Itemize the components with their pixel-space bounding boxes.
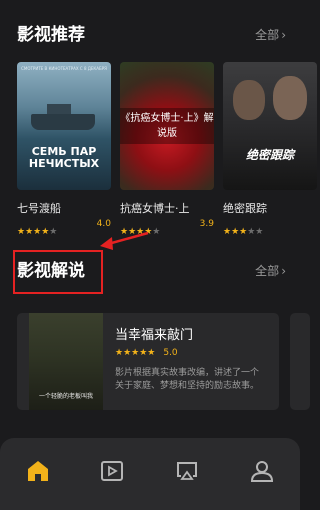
explain-more-link[interactable]: 全部 › — [255, 256, 286, 286]
poster-title: 《抗癌女博士·上》解说版 — [120, 113, 214, 139]
movie-card[interactable]: СМОТРИТЕ В КИНОТЕАТРАХ С 8 ДЕКАБРЯ СЕМЬ … — [17, 62, 111, 237]
movie-poster[interactable]: 《抗癌女博士·上》解说版 — [120, 62, 214, 190]
recommend-more-link[interactable]: 全部 › — [255, 20, 286, 50]
poster-actor-face — [233, 80, 265, 120]
recommend-title: 影视推荐 — [17, 25, 85, 45]
play-icon[interactable] — [99, 458, 125, 484]
explain-card[interactable]: 一个轻脆的老板叫我 当幸福来敲门 ★★★★★ 5.0 影片根据真实故事改编，讲述了… — [17, 313, 279, 410]
poster-actor-face — [273, 76, 307, 120]
movie-score: 3.9 — [199, 219, 214, 229]
star-rating-icon: ★★★★★ — [115, 348, 156, 358]
chevron-right-icon: › — [281, 28, 286, 42]
explain-card-description: 影片根据真实故事改编，讲述了一个关于家庭、梦想和坚持的励志故事。 — [115, 368, 260, 391]
recommend-more-label: 全部 — [255, 28, 280, 42]
thumbnail-subtitle: 一个轻脆的老板叫我 — [38, 393, 93, 400]
explain-more-label: 全部 — [255, 264, 280, 278]
recommend-header: 影视推荐 全部 › — [0, 20, 300, 50]
movie-rating: ★★★★★ 3.9 — [120, 219, 214, 237]
profile-icon[interactable] — [249, 458, 275, 484]
airplay-icon[interactable] — [174, 458, 200, 484]
movie-poster[interactable]: СМОТРИТЕ В КИНОТЕАТРАХ С 8 ДЕКАБРЯ СЕМЬ … — [17, 62, 111, 190]
movie-title: 绝密跟踪 — [223, 202, 267, 215]
explain-card-next[interactable] — [290, 313, 310, 410]
home-icon[interactable] — [25, 458, 51, 484]
movie-poster[interactable]: 绝密跟踪 — [223, 62, 317, 190]
movie-rating: ★★★★★ 4.0 — [17, 219, 111, 237]
movie-score: 4.0 — [96, 219, 111, 229]
recommend-movie-list: СМОТРИТЕ В КИНОТЕАТРАХ С 8 ДЕКАБРЯ СЕМЬ … — [0, 62, 317, 237]
explain-card-title: 当幸福来敲门 — [115, 328, 194, 343]
movie-rating: ★★★★★ — [223, 219, 317, 237]
movie-title: 七号渡船 — [17, 202, 61, 215]
annotation-highlight-box — [13, 250, 103, 294]
poster-title: СЕМЬ ПАР НЕЧИСТЫХ — [28, 145, 100, 170]
explain-card-rating: ★★★★★ 5.0 — [115, 348, 178, 358]
star-rating-icon: ★★★★★ — [223, 227, 264, 237]
chevron-right-icon: › — [281, 264, 286, 278]
movie-card[interactable]: 绝密跟踪 绝密跟踪 ★★★★★ — [223, 62, 317, 237]
poster-tagline: СМОТРИТЕ В КИНОТЕАТРАХ С 8 ДЕКАБРЯ — [21, 66, 107, 71]
explain-card-score: 5.0 — [163, 348, 178, 358]
movie-title: 抗癌女博士·上 — [120, 202, 190, 215]
star-rating-icon: ★★★★★ — [17, 227, 58, 237]
star-rating-icon: ★★★★★ — [120, 227, 161, 237]
poster-ship-hull — [31, 114, 95, 130]
bottom-nav — [0, 438, 300, 510]
explain-thumbnail[interactable]: 一个轻脆的老板叫我 — [29, 313, 103, 410]
poster-title: 绝密跟踪 — [245, 148, 294, 162]
movie-card[interactable]: 《抗癌女博士·上》解说版 抗癌女博士·上 ★★★★★ 3.9 — [120, 62, 214, 237]
